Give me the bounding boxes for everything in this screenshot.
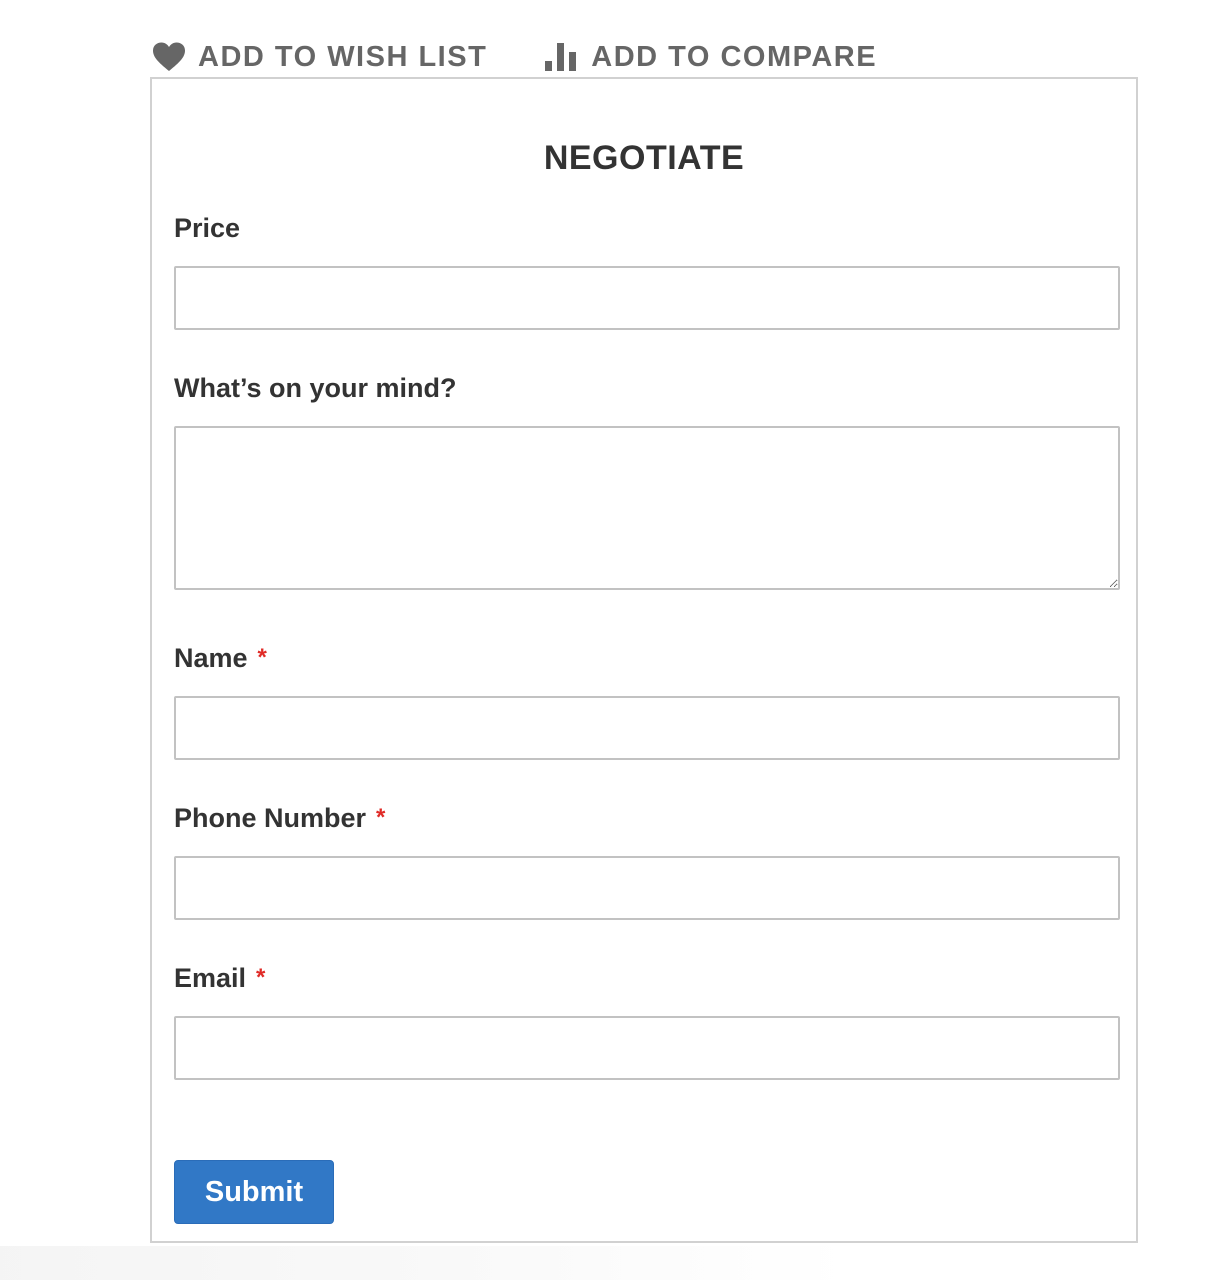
price-input[interactable] [174,266,1120,330]
name-label-text: Name [174,643,248,673]
phone-label-text: Phone Number [174,803,367,833]
product-actions: Add to Wish List Add to Compare [152,36,877,78]
negotiate-form-panel: NEGOTIATE Price What’s on your mind? Nam… [150,77,1138,1243]
required-marker: * [256,964,266,991]
mind-label-text: What’s on your mind? [174,373,457,403]
price-label-text: Price [174,213,241,243]
price-label: Price [174,213,240,244]
required-marker: * [376,804,386,831]
email-input[interactable] [174,1016,1120,1080]
message-textarea[interactable] [174,426,1120,590]
required-marker: * [257,644,267,671]
phone-input[interactable] [174,856,1120,920]
add-to-compare-link[interactable]: Add to Compare [545,41,877,74]
email-label: Email * [174,963,265,994]
add-to-compare-label: Add to Compare [591,40,878,73]
heart-icon [152,42,186,72]
add-to-wishlist-label: Add to Wish List [198,40,488,73]
name-input[interactable] [174,696,1120,760]
add-to-wishlist-link[interactable]: Add to Wish List [152,41,487,74]
name-label: Name * [174,643,267,674]
phone-label: Phone Number * [174,803,385,834]
submit-button[interactable]: Submit [174,1160,334,1224]
mind-label: What’s on your mind? [174,373,457,404]
email-label-text: Email [174,963,247,993]
bottom-shadow [0,1246,1216,1280]
form-title: NEGOTIATE [543,139,745,177]
bar-chart-icon [545,43,579,71]
